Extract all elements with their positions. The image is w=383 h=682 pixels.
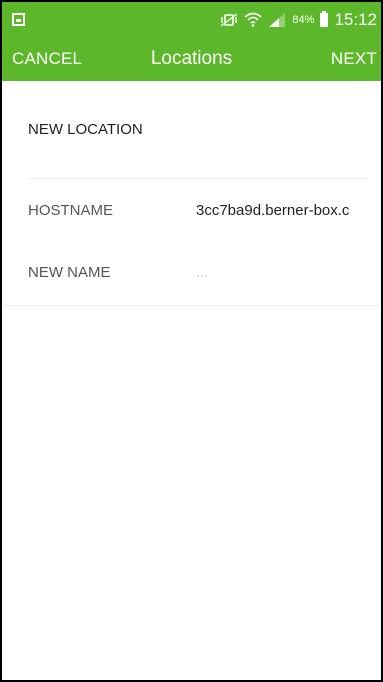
new-name-row: NEW NAME	[2, 241, 381, 303]
gallery-icon	[12, 13, 25, 26]
mute-vibrate-icon	[221, 12, 238, 27]
battery-icon	[320, 10, 329, 27]
new-name-label: NEW NAME	[28, 263, 111, 281]
wifi-icon	[244, 12, 262, 27]
battery-percent: 84%	[292, 13, 315, 26]
hostname-label: HOSTNAME	[28, 201, 114, 219]
next-button[interactable]: NEXT	[331, 49, 377, 69]
status-bar: 84% 15:12	[2, 0, 381, 37]
section-title: NEW LOCATION	[28, 121, 143, 138]
app-toolbar: CANCEL Locations NEXT	[2, 37, 381, 81]
hostname-row: HOSTNAME 3cc7ba9d.berner-box.c	[2, 179, 381, 241]
clock: 15:12	[334, 9, 377, 29]
new-name-input[interactable]	[196, 263, 366, 281]
hostname-value: 3cc7ba9d.berner-box.c	[196, 201, 350, 219]
cancel-button[interactable]: CANCEL	[12, 49, 82, 69]
screen: 84% 15:12 CANCEL Locations NEXT NEW LOCA…	[0, 0, 383, 682]
divider	[2, 305, 381, 306]
form: NEW LOCATION HOSTNAME 3cc7ba9d.berner-bo…	[2, 81, 381, 306]
status-icons: 84% 15:12	[220, 10, 377, 30]
signal-icon	[269, 13, 286, 27]
